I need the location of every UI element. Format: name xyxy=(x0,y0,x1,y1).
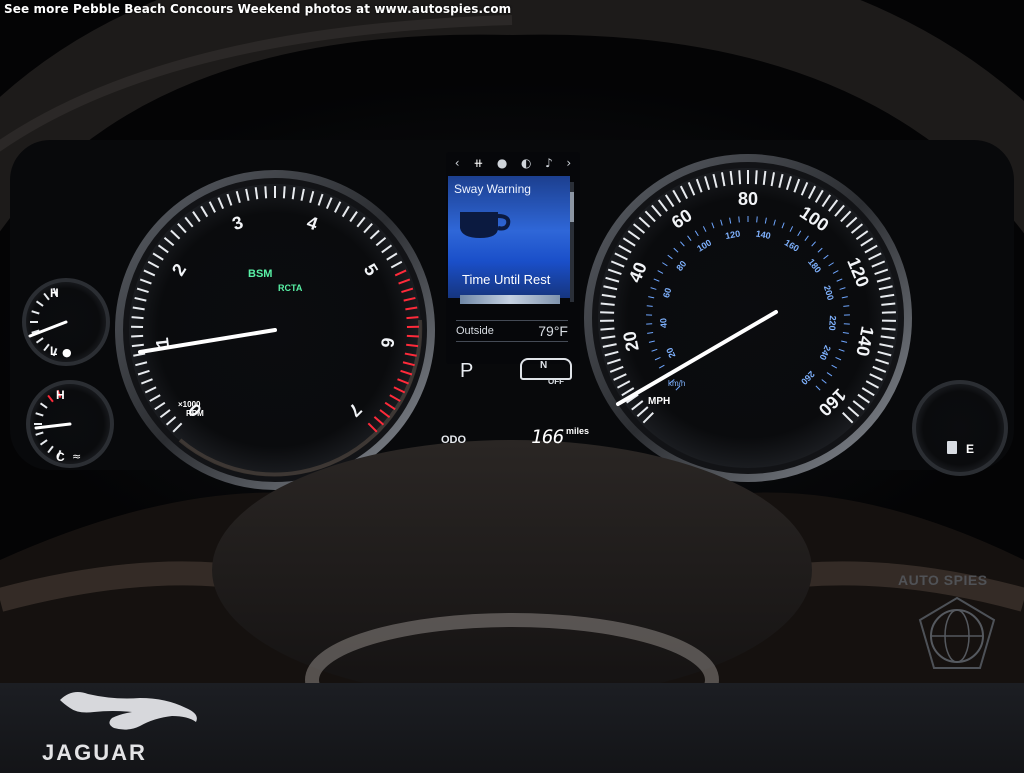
offroad-letter: N xyxy=(540,360,548,371)
sway-warning-title: Sway Warning xyxy=(454,182,531,196)
kmh-tick xyxy=(738,216,740,223)
oil-temp-high-label: H xyxy=(50,286,59,300)
speed-tick xyxy=(600,311,615,314)
kmh-tick xyxy=(756,216,758,223)
tachometer: 0123 4567 xyxy=(115,170,435,490)
coolant-high-label: H xyxy=(56,388,65,402)
coolant-icon: ≈ xyxy=(72,450,82,463)
fuel-empty-label: E xyxy=(966,442,975,456)
fuel-pump-icon xyxy=(947,441,957,454)
coffee-cup-icon xyxy=(460,212,511,238)
mph-number: 80 xyxy=(738,189,758,209)
tach-tick xyxy=(406,334,419,338)
bsm-indicator: BSM xyxy=(248,268,273,280)
music-icon[interactable]: ♪ xyxy=(545,156,553,170)
speed-tick xyxy=(754,170,758,185)
kmh-label: km/h xyxy=(668,379,686,388)
leaping-cat-logo xyxy=(60,692,197,730)
multi-info-display: ‹ ⧺ ● ◐ ♪ › Sway Warning Time Until Rest… xyxy=(446,152,580,364)
sway-warning-panel: Sway Warning Time Until Rest xyxy=(448,176,570,304)
rcta-indicator: RCTA xyxy=(278,283,303,293)
kmh-number: 220 xyxy=(827,315,838,331)
offroad-off-label: OFF xyxy=(548,377,564,386)
tach-tick xyxy=(406,316,419,320)
tach-tick xyxy=(264,186,268,199)
cluster-scene: 0123 4567 20406080100120140160 2040608010… xyxy=(0,0,1024,747)
gear-indicator: P xyxy=(460,360,474,382)
fuel-gauge xyxy=(912,380,1008,476)
tach-tick xyxy=(282,186,286,199)
autospies-watermark: AUTO SPIES xyxy=(898,572,988,588)
display-scrollbar[interactable] xyxy=(570,182,574,302)
outside-temp-value: 79°F xyxy=(538,323,568,339)
odometer-unit: miles xyxy=(566,426,590,436)
tach-unit-rpm: RPM xyxy=(186,409,204,418)
tach-tick xyxy=(406,343,419,348)
oil-can-icon: ● xyxy=(62,346,72,359)
mph-number: 20 xyxy=(619,329,643,353)
tach-unit-label: ×1000 RPM xyxy=(178,400,204,418)
gauge-icon[interactable]: ◐ xyxy=(521,156,531,170)
tach-tick xyxy=(131,343,144,348)
chevron-left-icon[interactable]: ‹ xyxy=(455,156,460,170)
rest-progress-bar xyxy=(460,295,560,304)
speed-tick xyxy=(738,170,742,185)
tach-tick xyxy=(131,316,144,320)
globe-badge-icon xyxy=(918,596,996,669)
speed-tick xyxy=(881,311,896,314)
speedometer: 20406080100120140160 20406080100120 14016… xyxy=(584,154,912,482)
brand-wordmark: JAGUAR xyxy=(42,740,147,765)
odometer-value: 166 xyxy=(531,426,564,448)
display-menu-bar: ‹ ⧺ ● ◐ ♪ › xyxy=(446,152,580,174)
speed-tick xyxy=(600,302,615,306)
speed-tick xyxy=(600,327,615,331)
road-icon[interactable]: ⧺ xyxy=(473,156,483,170)
display-scroll-thumb[interactable] xyxy=(570,192,574,222)
photo-caption: See more Pebble Beach Concours Weekend p… xyxy=(4,2,512,16)
outside-label: Outside xyxy=(456,325,494,337)
speed-tick xyxy=(881,327,896,331)
odometer-label: ODO xyxy=(441,434,467,446)
tach-tick xyxy=(131,334,144,338)
chevron-right-icon[interactable]: › xyxy=(566,156,571,170)
coolant-gauge xyxy=(26,380,114,468)
kmh-number: 40 xyxy=(658,318,669,329)
oil-temp-low-label: L xyxy=(50,344,58,358)
coolant-low-label: C xyxy=(56,450,65,464)
time-until-rest-title: Time Until Rest xyxy=(462,272,551,287)
speed-tick xyxy=(881,302,896,306)
tach-unit-multiplier: ×1000 xyxy=(178,400,201,409)
outside-temp-row: Outside 79°F xyxy=(456,320,568,342)
car-icon[interactable]: ● xyxy=(497,156,507,170)
mph-label: MPH xyxy=(648,396,671,407)
